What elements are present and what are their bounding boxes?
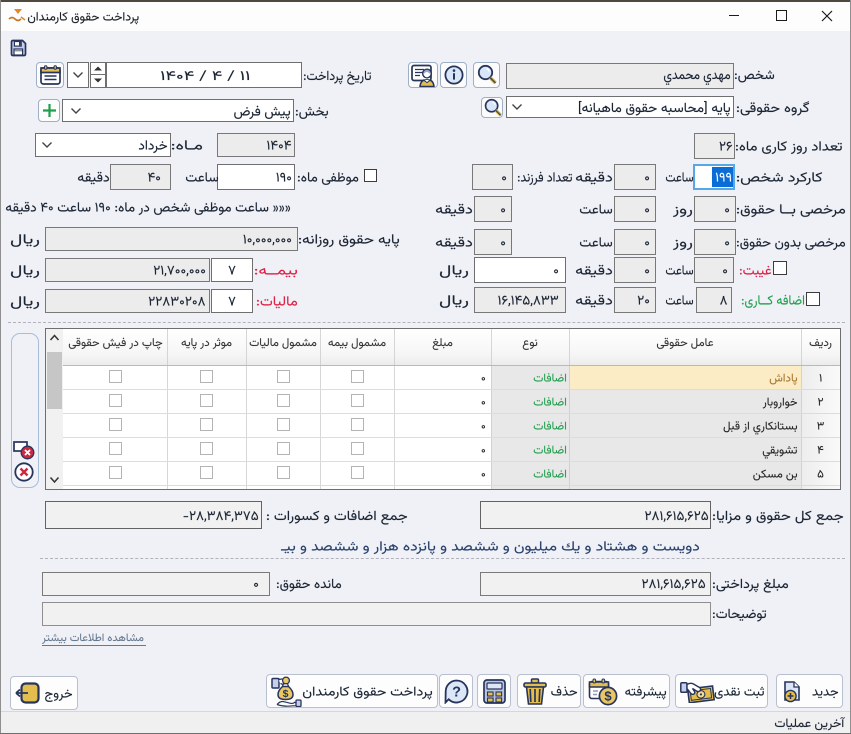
svg-text:$: $ <box>604 689 612 704</box>
svg-text:$: $ <box>283 688 289 700</box>
svg-text:?: ? <box>452 685 461 701</box>
